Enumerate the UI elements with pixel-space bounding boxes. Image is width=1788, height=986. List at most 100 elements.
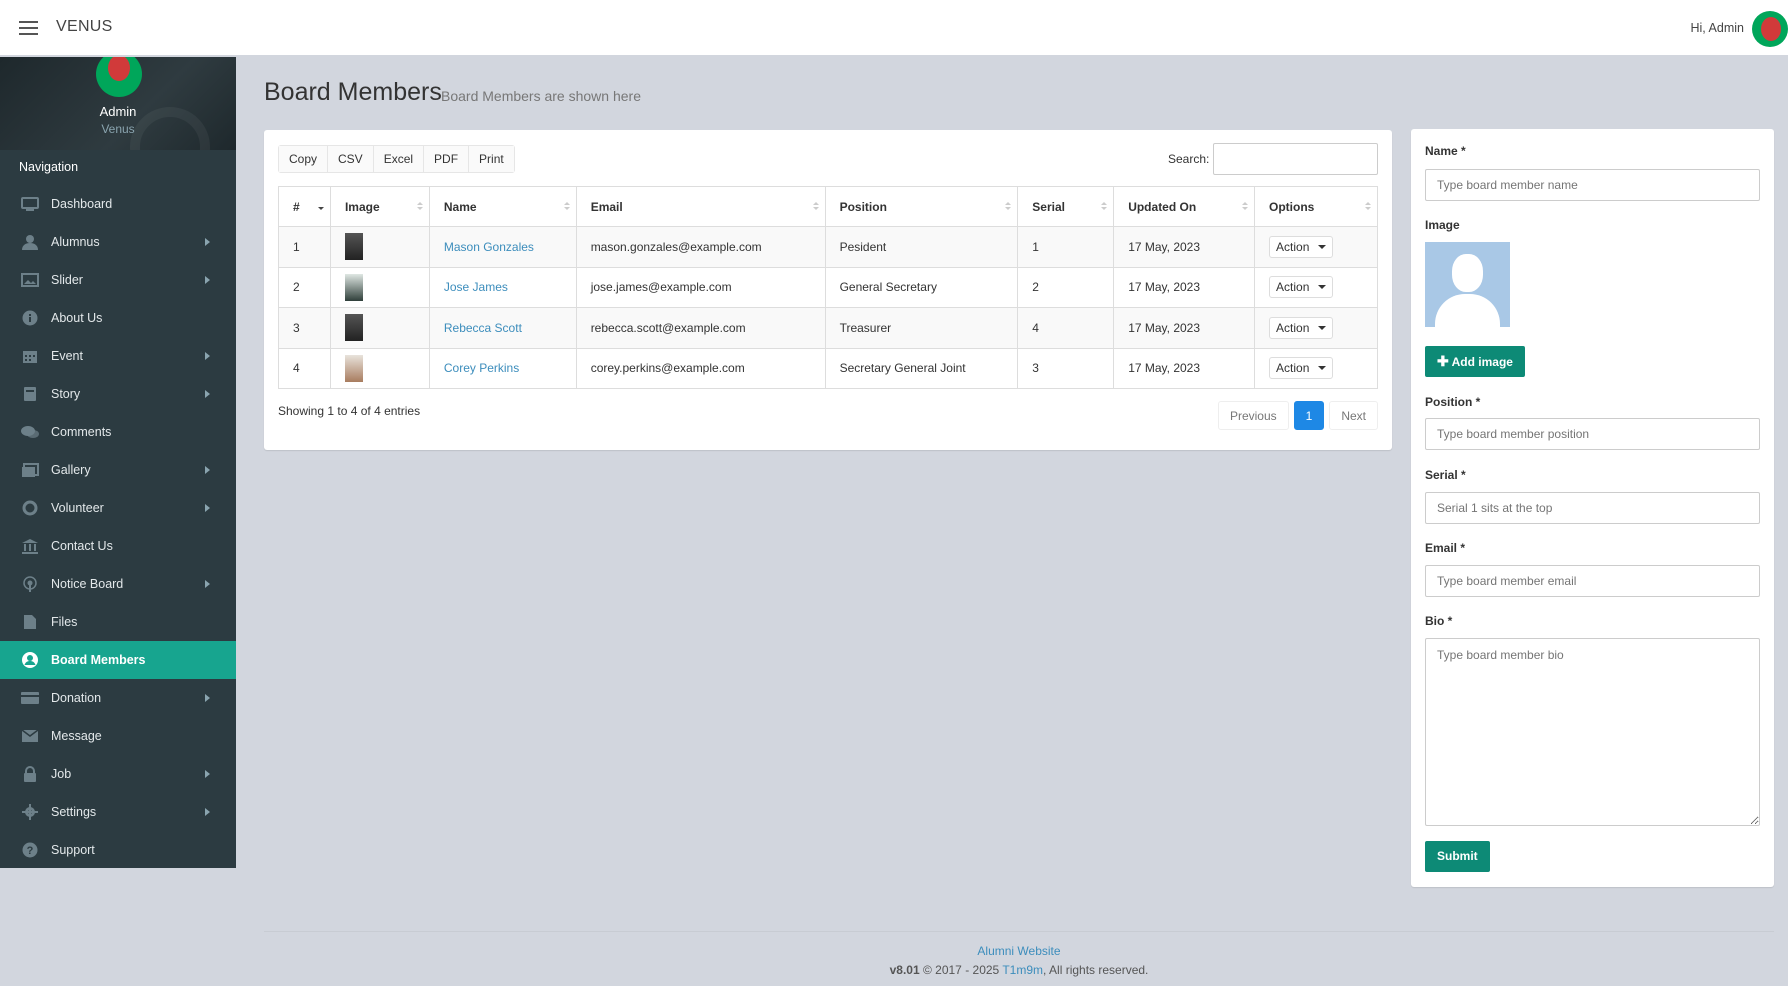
action-dropdown[interactable]: Action <box>1269 235 1334 258</box>
sidebar-item-volunteer[interactable]: Volunteer <box>0 489 236 527</box>
sidebar-item-event[interactable]: Event <box>0 337 236 375</box>
member-name-link[interactable]: Corey Perkins <box>444 361 519 375</box>
building-icon <box>20 538 40 554</box>
serial-field[interactable] <box>1425 492 1760 524</box>
column-header-position[interactable]: Position <box>824 186 1019 227</box>
member-updated-on: 17 May, 2023 <box>1113 347 1256 389</box>
user-icon <box>20 234 40 250</box>
sidebar-item-files[interactable]: Files <box>0 603 236 641</box>
action-dropdown[interactable]: Action <box>1269 316 1334 339</box>
sidebar-item-job[interactable]: Job <box>0 755 236 793</box>
author-link[interactable]: T1m9m <box>1002 963 1043 977</box>
email-label: Email * <box>1425 541 1466 555</box>
submit-button[interactable]: Submit <box>1425 841 1490 872</box>
sidebar-menu: Dashboard Alumnus Slider About Us Event Story… <box>0 185 236 869</box>
chevron-right-icon <box>205 238 210 246</box>
csv-button[interactable]: CSV <box>328 146 374 172</box>
column-header-options[interactable]: Options <box>1254 186 1378 227</box>
sidebar-item-settings[interactable]: Settings <box>0 793 236 831</box>
user-avatar[interactable] <box>1752 11 1788 47</box>
member-position: Pesident <box>824 226 1019 268</box>
member-name-link[interactable]: Mason Gonzales <box>444 240 534 254</box>
row-number: 4 <box>278 347 331 389</box>
copyright-years: © 2017 - 2025 <box>922 963 1000 977</box>
member-email: corey.perkins@example.com <box>575 347 826 389</box>
lock-icon <box>20 766 40 782</box>
search-input[interactable] <box>1213 143 1378 175</box>
member-name-link[interactable]: Jose James <box>444 280 508 294</box>
member-photo <box>329 307 430 349</box>
member-name-link[interactable]: Rebecca Scott <box>444 321 522 335</box>
brand-logo[interactable]: VENUS <box>56 18 113 36</box>
sidebar-item-label: Notice Board <box>51 577 124 591</box>
sidebar-item-story[interactable]: Story <box>0 375 236 413</box>
sidebar-item-dashboard[interactable]: Dashboard <box>0 185 236 223</box>
menu-toggle-icon[interactable] <box>19 21 38 35</box>
member-position: Secretary General Joint <box>824 347 1019 389</box>
add-image-button[interactable]: ✚ Add image <box>1425 346 1525 377</box>
sidebar-item-alumnus[interactable]: Alumnus <box>0 223 236 261</box>
search-label: Search: <box>1168 152 1210 166</box>
column-header-updated-on[interactable]: Updated On <box>1113 186 1256 227</box>
sidebar-user-name: Admin <box>99 104 137 119</box>
monitor-icon <box>20 196 40 212</box>
envelope-icon <box>20 728 40 744</box>
previous-page-button[interactable]: Previous <box>1217 401 1289 430</box>
sidebar-item-gallery[interactable]: Gallery <box>0 451 236 489</box>
image-placeholder <box>1425 242 1510 327</box>
rights-text: , All rights reserved. <box>1043 963 1149 977</box>
column-header-name[interactable]: Name <box>428 186 577 227</box>
bio-field[interactable] <box>1425 638 1760 826</box>
pagination: Previous 1 Next <box>1217 401 1378 430</box>
gallery-icon <box>20 462 40 478</box>
user-greeting[interactable]: Hi, Admin <box>1691 21 1745 35</box>
site-link[interactable]: Alumni Website <box>977 944 1060 958</box>
sidebar-item-support[interactable]: ? Support <box>0 831 236 869</box>
sidebar-item-label: Slider <box>51 273 83 287</box>
chevron-right-icon <box>205 808 210 816</box>
name-field[interactable] <box>1425 169 1760 201</box>
sidebar-item-label: Files <box>51 615 78 629</box>
footer: Alumni Website v8.01 © 2017 - 2025 T1m9m… <box>264 931 1774 977</box>
sidebar-item-label: Dashboard <box>51 197 113 211</box>
sidebar-item-notice-board[interactable]: Notice Board <box>0 565 236 603</box>
sidebar-item-slider[interactable]: Slider <box>0 261 236 299</box>
sidebar-item-label: Board Members <box>51 653 146 667</box>
page-subtitle: Board Members are shown here <box>441 88 641 104</box>
sidebar-item-donation[interactable]: Donation <box>0 679 236 717</box>
add-board-member-form: Name * Image ✚ Add image Position * Seri… <box>1411 129 1774 887</box>
calendar-icon <box>20 348 40 364</box>
email-field[interactable] <box>1425 565 1760 597</box>
sidebar-item-about-us[interactable]: About Us <box>0 299 236 337</box>
sidebar-item-label: Volunteer <box>51 501 104 515</box>
excel-button[interactable]: Excel <box>373 146 425 172</box>
print-button[interactable]: Print <box>469 146 514 172</box>
action-dropdown[interactable]: Action <box>1269 276 1334 299</box>
caret-down-icon <box>1318 325 1327 330</box>
pdf-button[interactable]: PDF <box>424 146 470 172</box>
sidebar-item-comments[interactable]: Comments <box>0 413 236 451</box>
member-email: rebecca.scott@example.com <box>575 307 826 349</box>
chevron-right-icon <box>205 390 210 398</box>
file-icon <box>20 614 40 630</box>
table-row: 1 Mason Gonzales mason.gonzales@example.… <box>278 226 1378 268</box>
gear-icon <box>20 804 40 820</box>
row-number: 1 <box>278 226 331 268</box>
next-page-button[interactable]: Next <box>1329 401 1378 430</box>
column-header-number[interactable]: # <box>278 186 331 227</box>
sidebar-item-contact-us[interactable]: Contact Us <box>0 527 236 565</box>
column-header-image[interactable]: Image <box>329 186 430 227</box>
nav-header: Navigation <box>0 150 236 185</box>
position-field[interactable] <box>1425 418 1760 450</box>
sidebar-item-board-members[interactable]: Board Members <box>0 641 236 679</box>
page-1-button[interactable]: 1 <box>1293 401 1325 430</box>
column-header-serial[interactable]: Serial <box>1017 186 1115 227</box>
sidebar-item-message[interactable]: Message <box>0 717 236 755</box>
action-dropdown[interactable]: Action <box>1269 357 1334 380</box>
caret-down-icon <box>1318 366 1327 371</box>
row-number: 2 <box>278 266 331 308</box>
copy-button[interactable]: Copy <box>279 146 329 172</box>
column-header-email[interactable]: Email <box>575 186 826 227</box>
broadcast-icon <box>20 576 40 592</box>
chevron-right-icon <box>205 466 210 474</box>
